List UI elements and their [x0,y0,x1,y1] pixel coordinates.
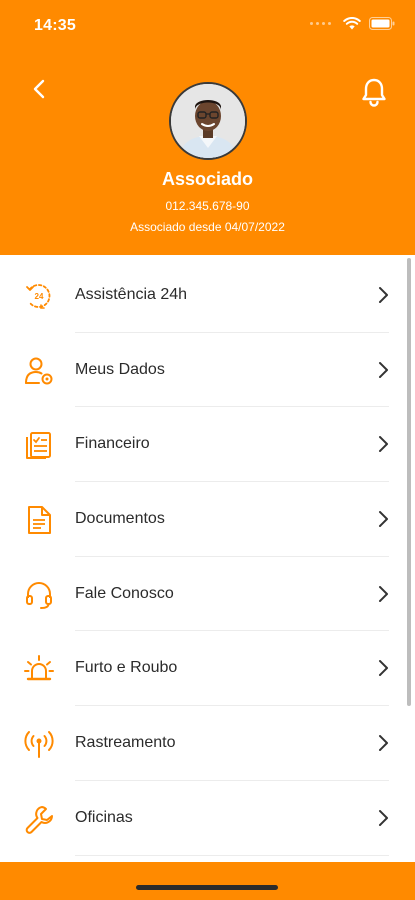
status-time: 14:35 [34,17,76,34]
menu-item-oficinas[interactable]: Oficinas [0,781,415,856]
menu-item-rastreamento[interactable]: Rastreamento [0,706,415,781]
scrollbar[interactable] [407,258,411,706]
menu-label: Documentos [75,510,165,528]
chevron-right-icon [379,436,388,453]
back-button[interactable] [26,76,52,102]
menu-label: Financeiro [75,435,150,453]
chevron-right-icon [379,585,388,602]
svg-text:24: 24 [35,292,44,301]
menu-item-financeiro[interactable]: Financeiro [0,407,415,483]
headset-icon [26,581,52,609]
status-icons [310,17,395,30]
avatar[interactable] [169,82,247,160]
status-bar: 14:35 [0,0,415,50]
chevron-left-icon [33,79,45,99]
signal-dots-icon [310,22,331,25]
wifi-icon [343,17,361,30]
tracking-antenna-icon [24,731,54,759]
invoice-icon [26,432,51,460]
menu-item-meus-dados[interactable]: Meus Dados [0,333,415,408]
menu-label: Oficinas [75,808,133,826]
chevron-right-icon [379,735,388,752]
member-since: Associado desde 04/07/2022 [130,220,285,234]
home-indicator[interactable] [136,885,278,890]
menu-item-fale-conosco[interactable]: Fale Conosco [0,557,415,632]
chevron-right-icon [379,660,388,677]
chevron-right-icon [379,511,388,528]
battery-icon [369,17,395,30]
24h-assistance-icon: 24 [26,284,51,309]
divider [75,854,389,856]
bell-icon [362,78,386,107]
chevron-right-icon [379,809,388,826]
notifications-button[interactable] [359,76,389,108]
menu-label: Assistência 24h [75,286,188,303]
alarm-siren-icon [24,655,54,681]
profile-header: 14:35 Associado 012.345.678-90 Associado… [0,0,415,255]
menu-label: Rastreamento [75,734,176,752]
menu-item-documentos[interactable]: Documentos [0,482,415,557]
profile-name: Associado [161,169,254,189]
menu-label: Fale Conosco [75,584,174,602]
menu-label: Meus Dados [75,360,165,378]
chevron-right-icon [379,361,388,378]
user-settings-icon [25,357,53,385]
wrench-icon [25,805,53,834]
menu-item-assistencia-24h[interactable]: 24 Assistência 24h [0,258,415,333]
document-icon [28,506,51,535]
chevron-right-icon [379,287,388,303]
menu-label: Furto e Roubo [75,659,178,677]
menu-list: 24 Assistência 24h Meus Dados Financeiro [0,258,415,856]
profile-photo [171,84,245,158]
profile-document: 012.345.678-90 [165,199,250,213]
menu-item-furto-e-roubo[interactable]: Furto e Roubo [0,631,415,707]
bottom-bar [0,862,415,900]
